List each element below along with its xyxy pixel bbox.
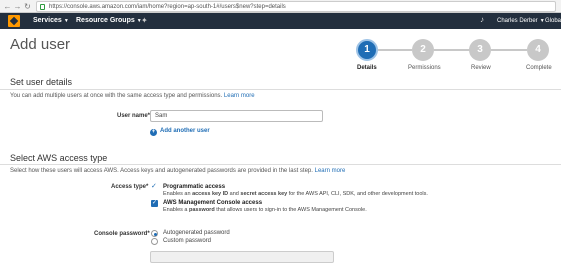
custom-password-radio[interactable] (151, 238, 158, 245)
resource-groups-menu[interactable]: Resource Groups ▼ (76, 16, 142, 26)
programmatic-access-checkbox[interactable] (151, 182, 158, 191)
step-3-label: Review (471, 65, 491, 71)
bell-icon[interactable]: ♪ (480, 15, 484, 24)
aws-logo-icon[interactable] (8, 15, 20, 27)
address-bar[interactable]: https://console.aws.amazon.com/iam/home?… (36, 1, 556, 12)
description-text: Select how these users will access AWS. … (10, 168, 313, 174)
desc-bold: password (189, 207, 215, 213)
page-title: Add user (10, 36, 71, 53)
services-label: Services (33, 17, 62, 24)
add-another-user-button[interactable]: + Add another user (150, 127, 210, 136)
browser-toolbar: ← → ↻ https://console.aws.amazon.com/iam… (0, 0, 561, 13)
console-password-label: Console password* (94, 231, 150, 237)
divider (0, 89, 561, 90)
chevron-down-icon: ▼ (63, 18, 69, 24)
step-2-label: Permissions (408, 65, 441, 71)
aws-header: Services ▼ Resource Groups ▼ ✦ ♪ Charles D… (0, 13, 561, 29)
user-details-heading: Set user details (10, 77, 73, 87)
account-menu[interactable]: Charles Derber ▼ (497, 17, 545, 25)
desc-part: for the AWS API, CLI, SDK, and other dev… (287, 191, 428, 197)
services-menu[interactable]: Services ▼ (33, 16, 69, 26)
programmatic-access-description: Enables an access key ID and secret acce… (163, 191, 428, 198)
learn-more-link[interactable]: Learn more (224, 93, 255, 99)
resource-groups-label: Resource Groups (76, 17, 135, 24)
pin-icon[interactable]: ✦ (141, 16, 148, 25)
step-3-circle: 3 (469, 39, 491, 61)
step-1-label: Details (357, 65, 377, 71)
plus-icon: + (150, 129, 157, 136)
step-connector (434, 49, 470, 51)
autogenerated-password-label: Autogenerated password (163, 230, 230, 236)
region-menu[interactable]: Global (545, 17, 561, 25)
console-access-description: Enables a password that allows users to … (163, 207, 367, 214)
add-another-user-label: Add another user (160, 128, 210, 134)
step-4-label: Complete (526, 65, 552, 71)
programmatic-access-title: Programmatic access (163, 184, 226, 190)
console-access-title: AWS Management Console access (163, 200, 263, 206)
access-type-label: Access type* (111, 184, 149, 190)
username-input[interactable]: Sam (150, 110, 323, 122)
access-type-heading: Select AWS access type (10, 153, 108, 163)
desc-part: Enables a (163, 207, 189, 213)
custom-password-input[interactable] (150, 251, 334, 263)
account-label: Charles Derber (497, 18, 538, 24)
chevron-down-icon: ▼ (539, 18, 545, 24)
step-1-circle: 1 (356, 39, 378, 61)
divider (0, 164, 561, 165)
desc-bold: access key ID (192, 191, 229, 197)
username-label: User name* (117, 113, 151, 119)
description-text: You can add multiple users at once with … (10, 93, 223, 99)
autogenerated-password-radio[interactable] (151, 230, 158, 237)
forward-icon[interactable]: → (13, 2, 22, 11)
back-icon[interactable]: ← (3, 2, 12, 11)
desc-part: that allows users to sign-in to the AWS … (214, 207, 367, 213)
console-access-checkbox[interactable] (151, 199, 158, 207)
step-4-circle: 4 (527, 39, 549, 61)
reload-icon[interactable]: ↻ (23, 2, 32, 11)
step-connector (378, 49, 412, 51)
user-details-description: You can add multiple users at once with … (10, 92, 255, 100)
lock-icon (40, 4, 45, 10)
desc-part: and (228, 191, 241, 197)
url-text: https://console.aws.amazon.com/iam/home?… (49, 4, 286, 10)
desc-bold: secret access key (240, 191, 288, 197)
step-connector (491, 49, 527, 51)
access-type-description: Select how these users will access AWS. … (10, 167, 345, 175)
custom-password-label: Custom password (163, 238, 212, 244)
step-2-circle: 2 (412, 39, 434, 61)
desc-part: Enables an (163, 191, 193, 197)
learn-more-link[interactable]: Learn more (315, 168, 346, 174)
